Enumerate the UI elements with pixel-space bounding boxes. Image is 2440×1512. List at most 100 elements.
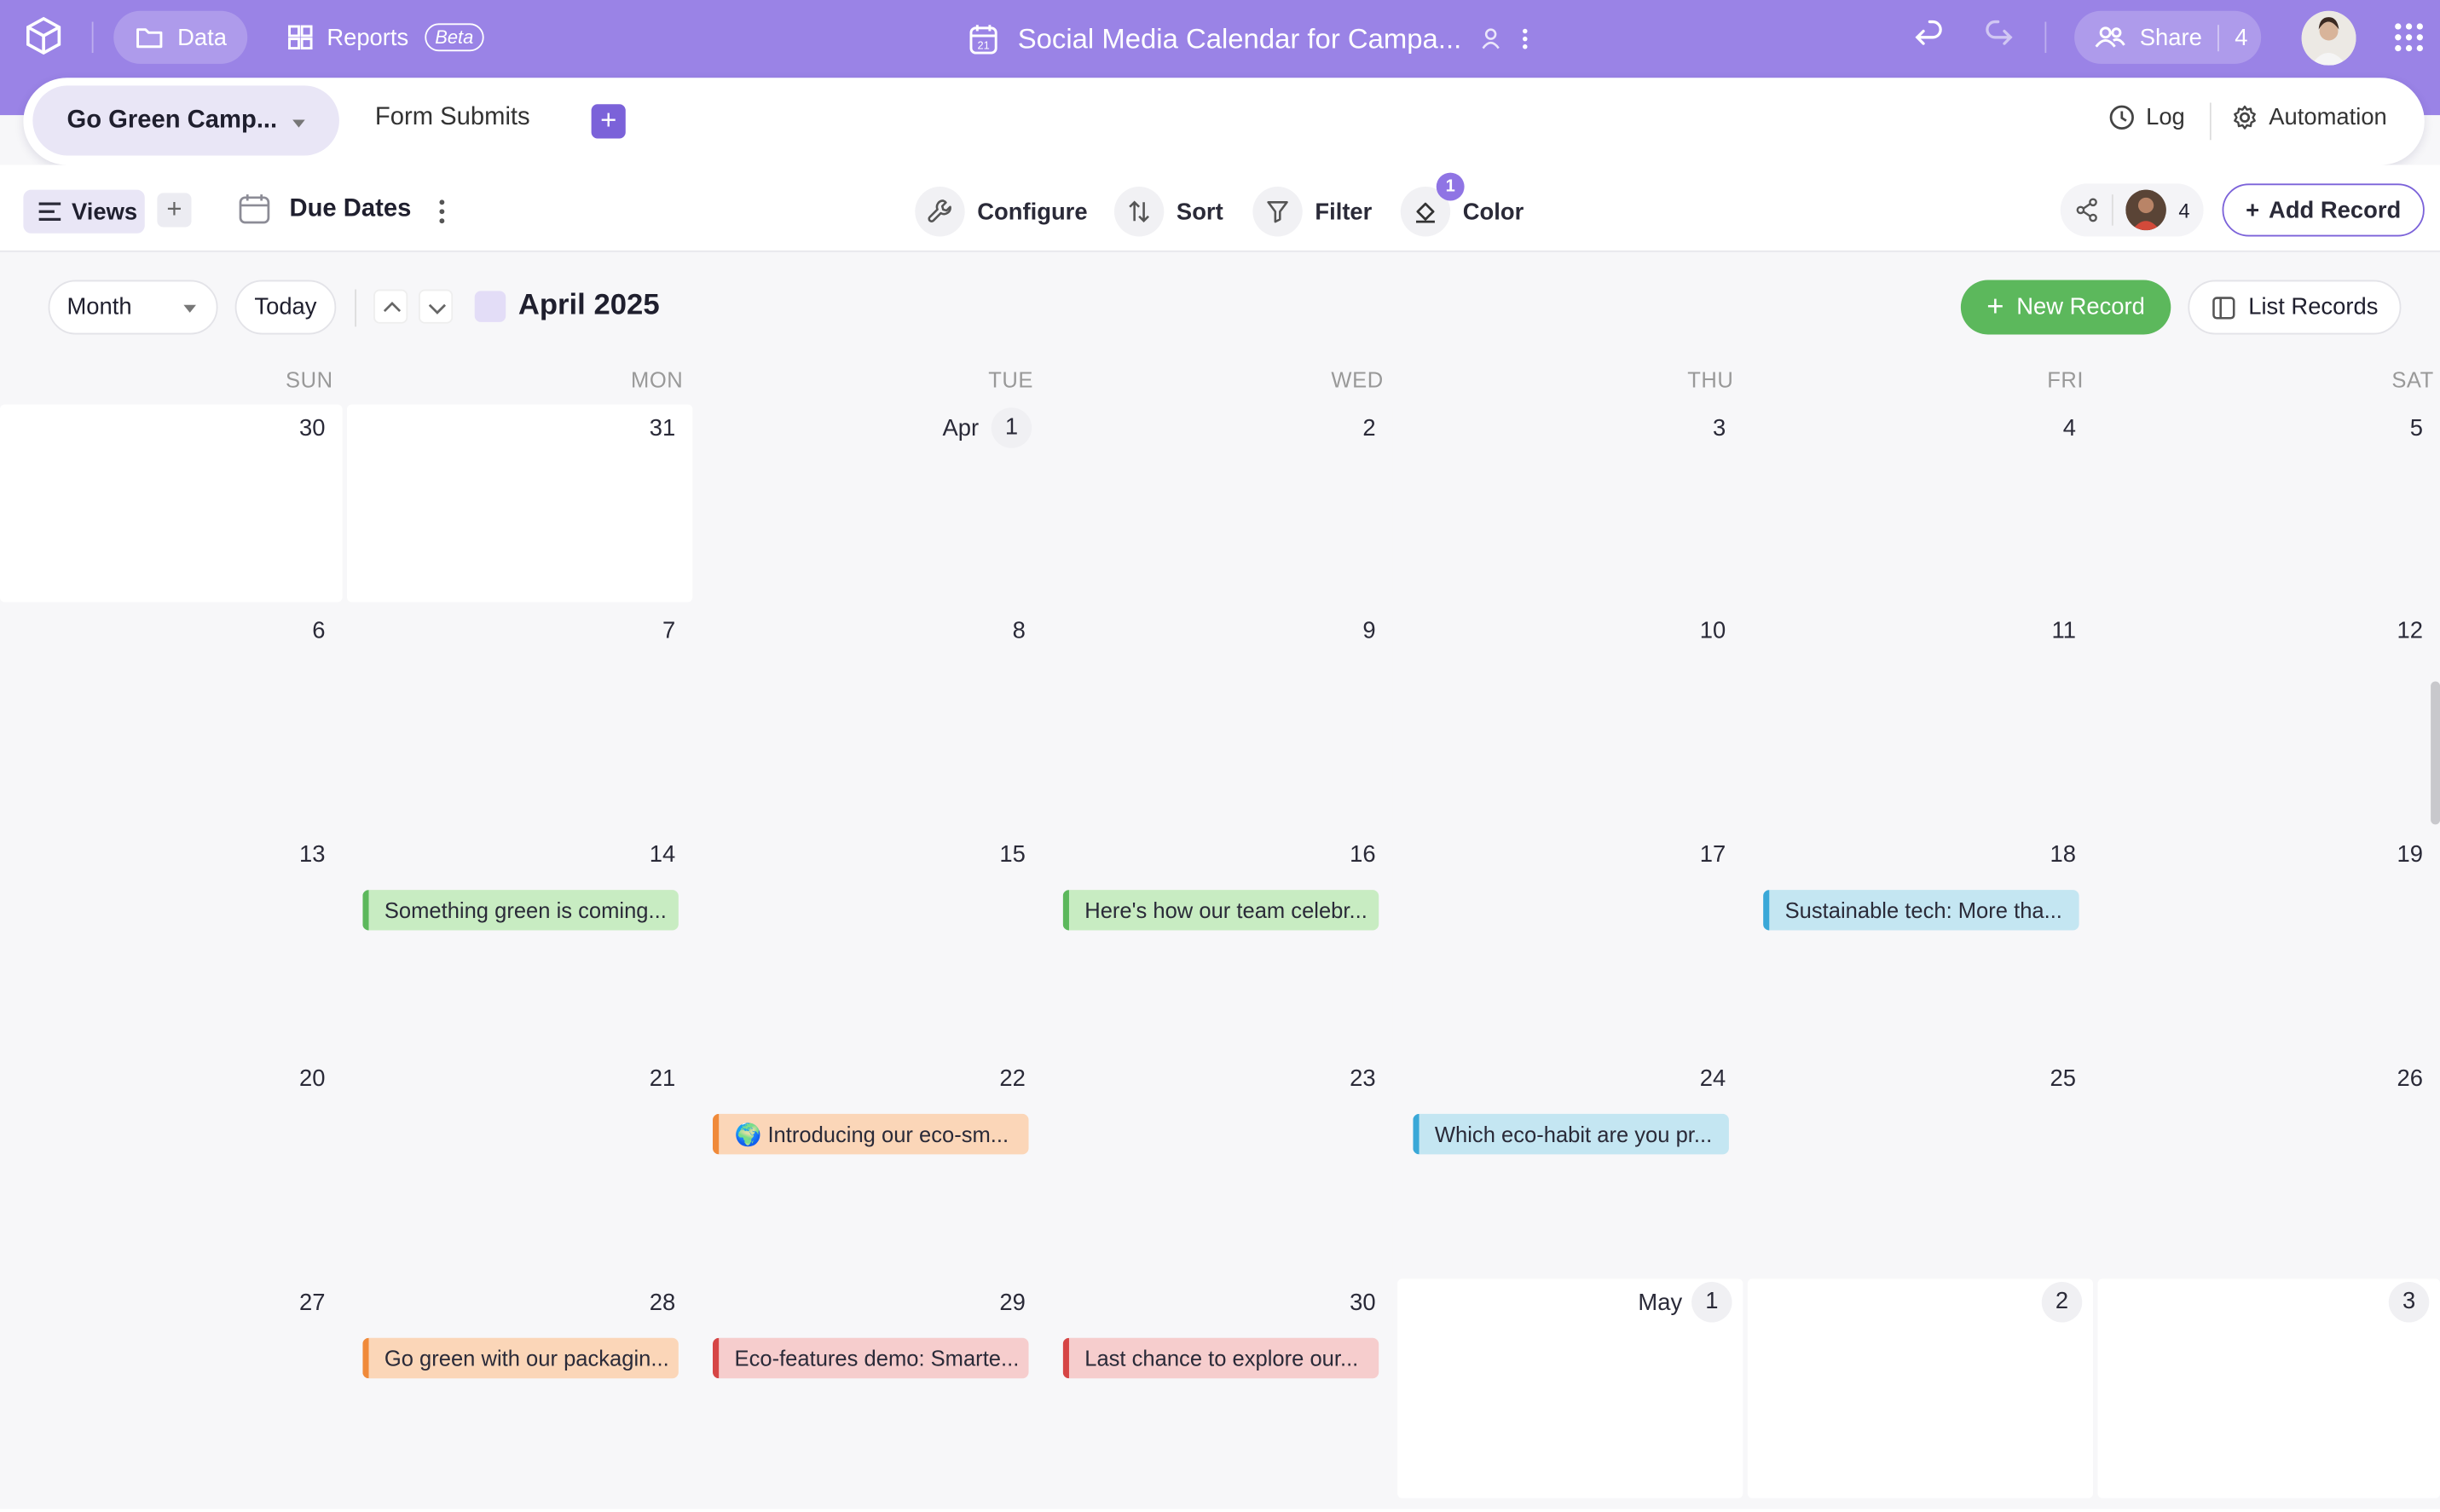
day-cell[interactable]: 31 [347,404,693,603]
data-tab[interactable]: Data [113,10,248,64]
apps-grid-icon[interactable] [2393,22,2425,54]
day-cell[interactable]: 23 [1047,1054,1393,1274]
day-number: 26 [2397,1065,2423,1093]
day-cell[interactable]: 1 May [1397,1278,1743,1498]
share-view-group[interactable]: 4 [2060,183,2204,237]
calendar-title-text: April 2025 [517,289,660,322]
day-cell[interactable]: 18 [1747,830,2094,1051]
add-view-button[interactable]: + [157,193,192,228]
undo-icon[interactable] [1911,19,1948,56]
calendar-mode-value: Month [66,293,132,321]
calendar-event[interactable]: Something green is coming... [362,890,679,931]
app-logo-icon[interactable] [22,14,66,57]
day-cell[interactable]: 30 [0,404,343,603]
menu-icon [38,202,61,222]
base-title: Social Media Calendar for Campa... [1017,22,1462,54]
day-cell[interactable]: 5 [2097,404,2440,603]
today-button[interactable]: Today [234,280,337,335]
user-avatar[interactable] [2301,10,2356,66]
day-cell[interactable]: 20 [0,1054,343,1274]
day-number: 30 [299,415,326,442]
previous-month-button[interactable] [373,289,408,324]
share-button[interactable]: Share 4 [2074,10,2262,64]
chevron-down-icon [428,303,447,315]
tab-form-submits[interactable]: Form Submits [375,104,530,132]
data-tab-label: Data [177,24,227,51]
calendar-event[interactable]: Here's how our team celebr... [1062,890,1379,931]
day-cell[interactable]: 8 [697,606,1043,827]
day-cell[interactable]: 25 [1747,1054,2094,1274]
more-options-icon[interactable] [1521,26,1530,51]
add-record-label: Add Record [2269,196,2402,223]
add-record-button[interactable]: + Add Record [2222,183,2425,237]
list-records-button[interactable]: List Records [2188,280,2402,335]
next-month-button[interactable] [419,289,454,324]
day-cell[interactable]: 16 [1047,830,1393,1051]
day-cell[interactable]: 13 [0,830,343,1051]
day-cell[interactable]: 17 [1397,830,1743,1051]
day-cell[interactable]: 7 [347,606,693,827]
day-cell[interactable]: 2 [1747,1278,2094,1498]
current-view[interactable]: Due Dates [238,193,411,225]
reports-tab[interactable]: Reports Beta [286,11,485,64]
day-cell[interactable]: 1 Apr [697,404,1043,603]
share-label: Share [2139,24,2202,51]
day-cell[interactable]: 12 [2097,606,2440,827]
day-number: 11 [2051,617,2076,644]
base-title-group[interactable]: 21 Social Media Calendar for Campa... [968,11,1529,67]
calendar-icon: 21 [969,25,997,55]
day-cell[interactable]: 10 [1397,606,1743,827]
automation-label: Automation [2269,104,2387,131]
calendar-title[interactable]: April 2025 [474,289,660,324]
view-options-icon[interactable] [437,199,447,224]
sort-button[interactable]: Sort [1113,187,1223,237]
day-cell[interactable]: 3 [2097,1278,2440,1498]
automation-button[interactable]: Automation [2231,104,2387,131]
share-icon[interactable] [2074,198,2099,222]
day-cell[interactable]: 4 [1747,404,2094,603]
add-table-button[interactable]: + [591,104,626,139]
day-cell[interactable]: 15 [697,830,1043,1051]
day-cell[interactable]: 6 [0,606,343,827]
weekday-tue: TUE [988,366,1033,392]
day-cell[interactable]: 11 [1747,606,2094,827]
tab-go-green-campaign[interactable]: Go Green Camp... [32,85,339,156]
calendar-event[interactable]: Eco-features demo: Smarte... [712,1337,1029,1379]
calendar-event[interactable]: Last chance to explore our... [1062,1337,1379,1379]
day-cell[interactable]: 29 [697,1278,1043,1498]
color-button[interactable]: 1 Color [1400,172,1524,237]
scrollbar-thumb[interactable] [2431,681,2440,825]
chevron-down-icon[interactable] [292,119,305,128]
filter-button[interactable]: Filter [1252,187,1372,237]
day-cell[interactable]: 2 [1047,404,1393,603]
views-toggle-button[interactable]: Views [23,189,145,234]
calendar-event[interactable]: Sustainable tech: More tha... [1763,890,2079,931]
log-button[interactable]: Log [2108,104,2185,130]
day-cell[interactable]: 3 [1397,404,1743,603]
redo-icon[interactable] [1980,19,2017,56]
day-cell[interactable]: 14 [347,830,693,1051]
calendar-event[interactable]: 🌍 Introducing our eco-sm... [712,1113,1029,1155]
day-number: 12 [2397,617,2423,644]
day-cell[interactable]: 21 [347,1054,693,1274]
day-number: 1 [1691,1282,1732,1323]
calendar-event[interactable]: Go green with our packagin... [362,1337,679,1379]
day-number: 29 [999,1290,1026,1317]
filter-icon [1252,187,1303,237]
day-cell[interactable]: 30 [1047,1278,1393,1498]
day-cell[interactable]: 22 [697,1054,1043,1274]
calendar-event[interactable]: Which eco-habit are you pr... [1413,1113,1729,1155]
day-cell[interactable]: 28 [347,1278,693,1498]
day-cell[interactable]: 27 [0,1278,343,1498]
day-cell[interactable]: 24 [1397,1054,1743,1274]
collaborators-icon[interactable] [1480,26,1502,51]
new-record-button[interactable]: + New Record [1960,280,2171,335]
sort-label: Sort [1176,198,1223,225]
day-number: 24 [1699,1065,1726,1093]
day-cell[interactable]: 19 [2097,830,2440,1051]
calendar-mode-select[interactable]: Month [48,280,218,335]
day-cell[interactable]: 26 [2097,1054,2440,1274]
configure-button[interactable]: Configure [915,187,1088,237]
day-cell[interactable]: 9 [1047,606,1393,827]
share-count: 4 [2217,24,2247,51]
